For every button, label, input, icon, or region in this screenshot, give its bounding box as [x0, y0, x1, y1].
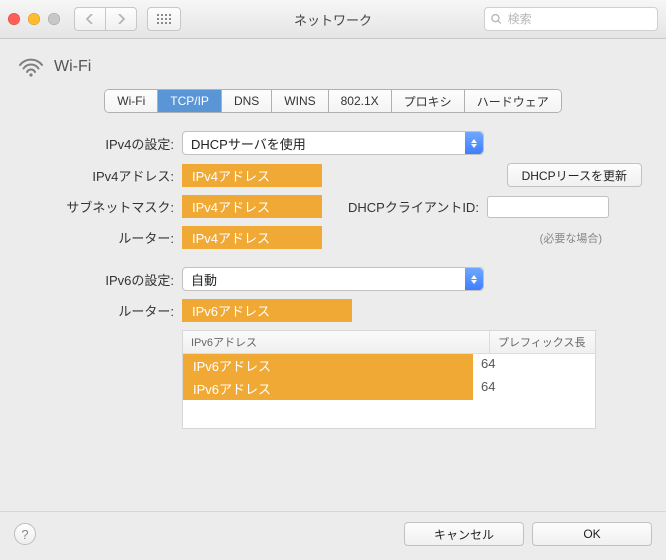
label-ipv4-config: IPv4の設定: [24, 134, 182, 153]
prefix-value: 64 [473, 354, 595, 377]
col-prefix-len: プレフィックス長 [490, 331, 595, 353]
tab-dns[interactable]: DNS [222, 90, 272, 112]
dhcp-hint: (必要な場合) [540, 230, 602, 246]
ipv6-config-select[interactable]: 自動 [182, 267, 484, 291]
content: Wi-Fi Wi-Fi TCP/IP DNS WINS 802.1X プロキシ … [0, 39, 666, 560]
traffic-lights [8, 13, 60, 25]
search-input[interactable] [506, 11, 651, 27]
tab-wins[interactable]: WINS [272, 90, 328, 112]
ok-button[interactable]: OK [532, 522, 652, 546]
col-ipv6-addr: IPv6アドレス [183, 331, 490, 353]
wifi-icon [18, 57, 44, 77]
ipv6-address-table: IPv6アドレス プレフィックス長 IPv6アドレス 64 IPv6アドレス 6… [182, 330, 596, 429]
close-icon[interactable] [8, 13, 20, 25]
tab-proxy[interactable]: プロキシ [392, 90, 465, 112]
cancel-button[interactable]: キャンセル [404, 522, 524, 546]
tcpip-form: IPv4の設定: DHCPサーバを使用 IPv4アドレス: IPv4アドレス D… [0, 113, 666, 433]
chevrons-icon [465, 268, 483, 290]
label-router6: ルーター: [24, 301, 182, 320]
tab-8021x[interactable]: 802.1X [329, 90, 392, 112]
back-button[interactable] [74, 7, 105, 31]
label-subnet: サブネットマスク: [24, 197, 182, 216]
tab-hardware[interactable]: ハードウェア [465, 90, 561, 112]
tab-row: Wi-Fi TCP/IP DNS WINS 802.1X プロキシ ハードウェア [0, 89, 666, 113]
table-row: IPv6アドレス 64 [183, 377, 595, 400]
forward-button[interactable] [105, 7, 137, 31]
dialog-footer: ? キャンセル OK [0, 511, 666, 560]
router4-value: IPv4アドレス [182, 226, 322, 249]
tab-wifi[interactable]: Wi-Fi [105, 90, 158, 112]
tabstrip: Wi-Fi TCP/IP DNS WINS 802.1X プロキシ ハードウェア [104, 89, 561, 113]
router6-value: IPv6アドレス [182, 299, 352, 322]
help-button[interactable]: ? [14, 523, 36, 545]
ipv6-config-value: 自動 [191, 270, 217, 289]
ipv4-config-select[interactable]: DHCPサーバを使用 [182, 131, 484, 155]
interface-header: Wi-Fi [0, 39, 666, 83]
interface-name: Wi-Fi [54, 58, 91, 76]
table-header: IPv6アドレス プレフィックス長 [183, 331, 595, 354]
search-field[interactable] [484, 7, 658, 31]
show-all-button[interactable] [147, 7, 181, 31]
dhcp-client-id-input[interactable] [487, 196, 609, 218]
preferences-window: ネットワーク Wi-Fi Wi-Fi TCP/IP DNS [0, 0, 666, 560]
zoom-icon[interactable] [48, 13, 60, 25]
label-router4: ルーター: [24, 228, 182, 247]
titlebar: ネットワーク [0, 0, 666, 39]
table-row: IPv6アドレス 64 [183, 354, 595, 377]
nav-back-forward [74, 7, 137, 31]
ipv4-config-value: DHCPサーバを使用 [191, 134, 306, 153]
ipv6-addr-value: IPv6アドレス [183, 354, 473, 377]
label-dhcp-client-id: DHCPクライアントID: [348, 197, 479, 216]
ipv4-address-value: IPv4アドレス [182, 164, 322, 187]
grid-icon [157, 14, 171, 24]
label-ipv6-config: IPv6の設定: [24, 270, 182, 289]
prefix-value: 64 [473, 377, 595, 400]
search-icon [491, 13, 502, 25]
chevrons-icon [465, 132, 483, 154]
dhcp-renew-button[interactable]: DHCPリースを更新 [507, 163, 642, 187]
subnet-mask-value: IPv4アドレス [182, 195, 322, 218]
minimize-icon[interactable] [28, 13, 40, 25]
tab-tcpip[interactable]: TCP/IP [158, 90, 222, 112]
ipv6-addr-value: IPv6アドレス [183, 377, 473, 400]
label-ipv4-addr: IPv4アドレス: [24, 166, 182, 185]
